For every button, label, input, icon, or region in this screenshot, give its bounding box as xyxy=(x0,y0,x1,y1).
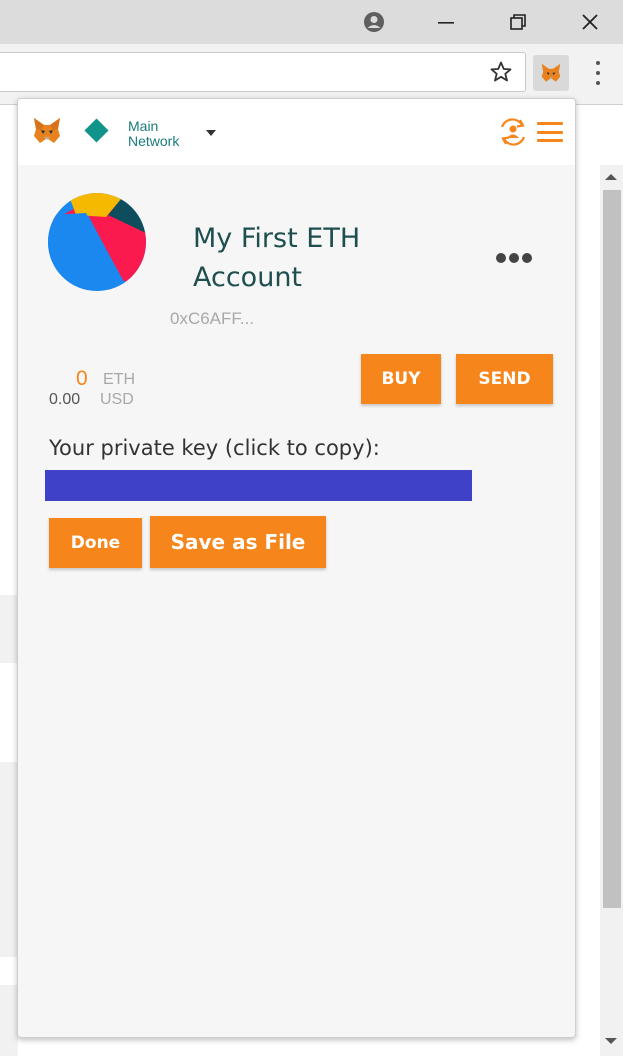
minimize-icon[interactable] xyxy=(422,0,470,44)
star-icon[interactable] xyxy=(489,60,513,88)
send-button[interactable]: SEND xyxy=(456,354,553,404)
metamask-logo-icon xyxy=(34,118,60,143)
account-identicon xyxy=(48,193,146,291)
scrollbar-thumb[interactable] xyxy=(603,190,621,908)
usd-balance-value: 0.00 xyxy=(49,391,81,408)
kebab-menu-icon[interactable] xyxy=(584,58,612,88)
account-switch-icon[interactable] xyxy=(498,118,528,146)
eth-balance-value: 0 xyxy=(76,367,88,390)
chevron-down-icon xyxy=(206,130,216,136)
browser-toolbar xyxy=(0,44,623,105)
eth-balance-unit: ETH xyxy=(103,371,135,388)
network-name: Main Network xyxy=(128,119,179,149)
private-key-field[interactable] xyxy=(45,470,472,501)
account-options-icon[interactable] xyxy=(496,253,532,263)
metamask-popup: Main Network My First ETH Account 0xC6AF… xyxy=(17,98,576,1038)
page-strip xyxy=(0,762,18,957)
save-as-file-button[interactable]: Save as File xyxy=(150,516,326,568)
restore-icon[interactable] xyxy=(494,0,542,44)
profile-icon[interactable] xyxy=(350,0,398,44)
network-status-icon xyxy=(84,118,109,143)
close-icon[interactable] xyxy=(566,0,614,44)
scroll-down-arrow-icon[interactable] xyxy=(605,1038,617,1044)
buy-button[interactable]: BUY xyxy=(361,354,441,404)
page-strip xyxy=(0,595,18,663)
network-name-line1: Main xyxy=(128,118,159,134)
hamburger-menu-icon[interactable] xyxy=(537,122,563,142)
usd-balance-unit: USD xyxy=(100,391,134,408)
page-strip xyxy=(0,985,18,1056)
done-button[interactable]: Done xyxy=(49,518,142,568)
network-name-line2: Network xyxy=(128,133,180,149)
metamask-extension-button[interactable] xyxy=(533,55,569,91)
account-address[interactable]: 0xC6AFF... xyxy=(170,309,254,329)
scroll-up-arrow-icon[interactable] xyxy=(605,174,617,180)
private-key-label: Your private key (click to copy): xyxy=(49,436,380,460)
popup-header: Main Network xyxy=(18,99,575,165)
metamask-fox-icon xyxy=(541,63,561,82)
account-name: My First ETH Account xyxy=(193,223,361,293)
window-titlebar xyxy=(0,0,623,44)
address-bar[interactable] xyxy=(0,52,526,92)
